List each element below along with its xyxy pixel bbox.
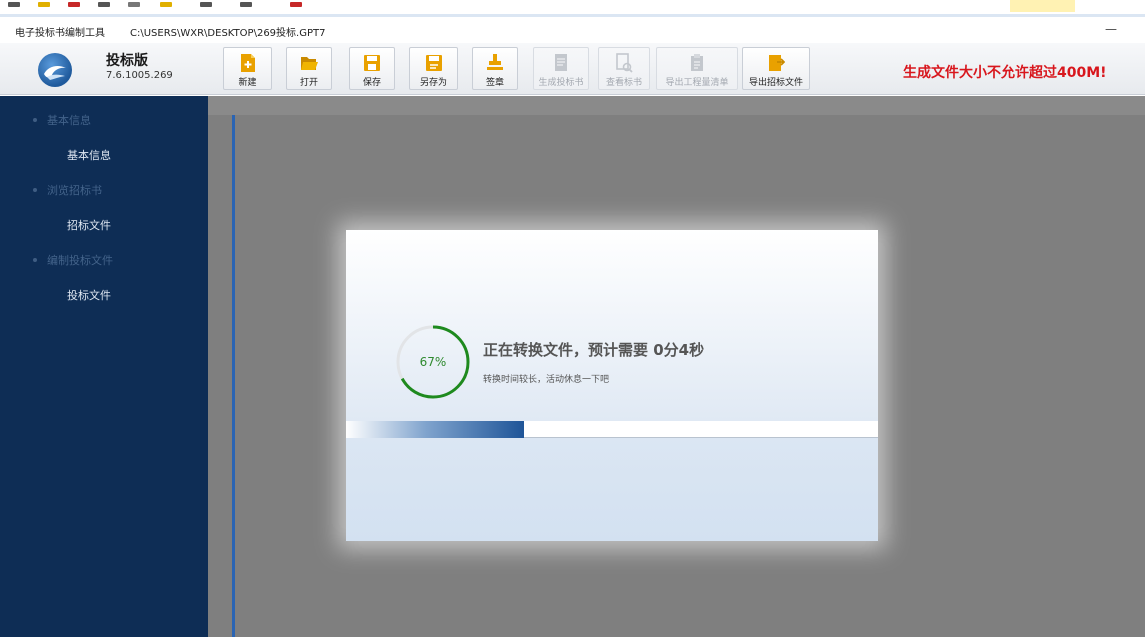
sidebar: 基本信息 基本信息 浏览招标书 招标文件 编制投标文件 投标文件 bbox=[0, 96, 208, 637]
new-button[interactable]: 新建 bbox=[223, 47, 272, 90]
stamp-button[interactable]: 签章 bbox=[472, 47, 518, 90]
app-header: 投标版 7.6.1005.269 新建 打开 保存 另存为 签章 生成投标书 查… bbox=[0, 43, 1145, 95]
sidebar-section-label: 浏览招标书 bbox=[47, 184, 102, 197]
stamp-icon bbox=[487, 54, 503, 70]
sliver-glyph bbox=[38, 2, 50, 7]
sliver-divider bbox=[0, 14, 1145, 17]
minimize-button[interactable]: — bbox=[1096, 19, 1126, 41]
save-as-button-label: 另存为 bbox=[419, 78, 447, 88]
app-logo-icon bbox=[38, 53, 72, 87]
content-divider bbox=[232, 115, 235, 637]
open-button[interactable]: 打开 bbox=[286, 47, 332, 90]
progress-percent: 67% bbox=[419, 355, 447, 369]
sidebar-section-label: 编制投标文件 bbox=[47, 254, 113, 267]
sliver-glyph bbox=[160, 2, 172, 7]
sidebar-item-label: 投标文件 bbox=[67, 289, 111, 302]
bullet-icon bbox=[33, 188, 37, 192]
progress-bar bbox=[346, 421, 878, 438]
sliver-glyph bbox=[200, 2, 212, 7]
export-quantity-list-button[interactable]: 导出工程量清单 bbox=[656, 47, 738, 90]
view-bid-button-label: 查看标书 bbox=[605, 78, 642, 88]
dialog-lower-panel bbox=[346, 438, 878, 541]
save-as-icon bbox=[425, 55, 442, 71]
save-button-label: 保存 bbox=[362, 78, 381, 88]
sidebar-item-bid-file[interactable]: 投标文件 bbox=[0, 281, 208, 311]
open-button-label: 打开 bbox=[299, 78, 318, 88]
generate-bid-icon bbox=[555, 54, 567, 71]
conversion-status-subtitle: 转换时间较长，活动休息一下吧 bbox=[483, 375, 610, 385]
conversion-progress-dialog: 67% 正在转换文件，预计需要 0分4秒 转换时间较长，活动休息一下吧 bbox=[346, 230, 878, 541]
export-tender-file-button[interactable]: 导出招标文件 bbox=[742, 47, 810, 90]
app-title: 电子投标书编制工具 bbox=[15, 28, 105, 39]
generate-bid-button[interactable]: 生成投标书 bbox=[533, 47, 589, 90]
view-bid-button[interactable]: 查看标书 bbox=[598, 47, 650, 90]
sidebar-section-label: 基本信息 bbox=[47, 114, 91, 127]
sidebar-section-compile-bid[interactable]: 编制投标文件 bbox=[0, 246, 208, 276]
stamp-button-label: 签章 bbox=[485, 78, 504, 88]
generate-bid-button-label: 生成投标书 bbox=[538, 78, 584, 88]
file-path: C:\USERS\WXR\DESKTOP\269投标.GPT7 bbox=[130, 28, 326, 39]
background-window-sliver bbox=[0, 0, 1145, 18]
bullet-icon bbox=[33, 118, 37, 122]
sidebar-item-label: 基本信息 bbox=[67, 149, 111, 162]
export-tender-file-button-label: 导出招标文件 bbox=[748, 78, 803, 88]
sidebar-item-basic-info[interactable]: 基本信息 bbox=[0, 141, 208, 171]
sidebar-section-basic-info[interactable]: 基本信息 bbox=[0, 106, 208, 136]
progress-bar-fill bbox=[346, 421, 525, 438]
sliver-glyph bbox=[68, 2, 80, 7]
sidebar-section-browse-tender[interactable]: 浏览招标书 bbox=[0, 176, 208, 206]
bullet-icon bbox=[33, 258, 37, 262]
export-list-icon bbox=[691, 54, 703, 71]
title-bar: 电子投标书编制工具 C:\USERS\WXR\DESKTOP\269投标.GPT… bbox=[0, 18, 1145, 43]
content-top-strip bbox=[208, 96, 1145, 115]
view-bid-icon bbox=[616, 53, 633, 73]
sidebar-item-tender-file[interactable]: 招标文件 bbox=[0, 211, 208, 241]
save-button[interactable]: 保存 bbox=[349, 47, 395, 90]
export-tender-icon bbox=[769, 55, 785, 71]
sliver-glyph bbox=[8, 2, 20, 7]
sidebar-item-label: 招标文件 bbox=[67, 219, 111, 232]
product-version: 7.6.1005.269 bbox=[106, 70, 173, 81]
save-as-button[interactable]: 另存为 bbox=[409, 47, 458, 90]
export-quantity-list-button-label: 导出工程量清单 bbox=[665, 78, 729, 88]
sliver-glyph bbox=[98, 2, 110, 7]
product-name: 投标版 bbox=[106, 53, 148, 69]
save-icon bbox=[364, 55, 380, 71]
sliver-highlight bbox=[1010, 0, 1075, 12]
sliver-glyph bbox=[290, 2, 302, 7]
file-size-warning: 生成文件大小不允许超过400M! bbox=[903, 65, 1107, 81]
sliver-glyph bbox=[128, 2, 140, 7]
sliver-glyph bbox=[240, 2, 252, 7]
folder-open-icon bbox=[301, 57, 318, 70]
conversion-status-title: 正在转换文件，预计需要 0分4秒 bbox=[483, 341, 705, 359]
new-button-label: 新建 bbox=[238, 78, 257, 88]
new-file-icon bbox=[240, 54, 255, 72]
